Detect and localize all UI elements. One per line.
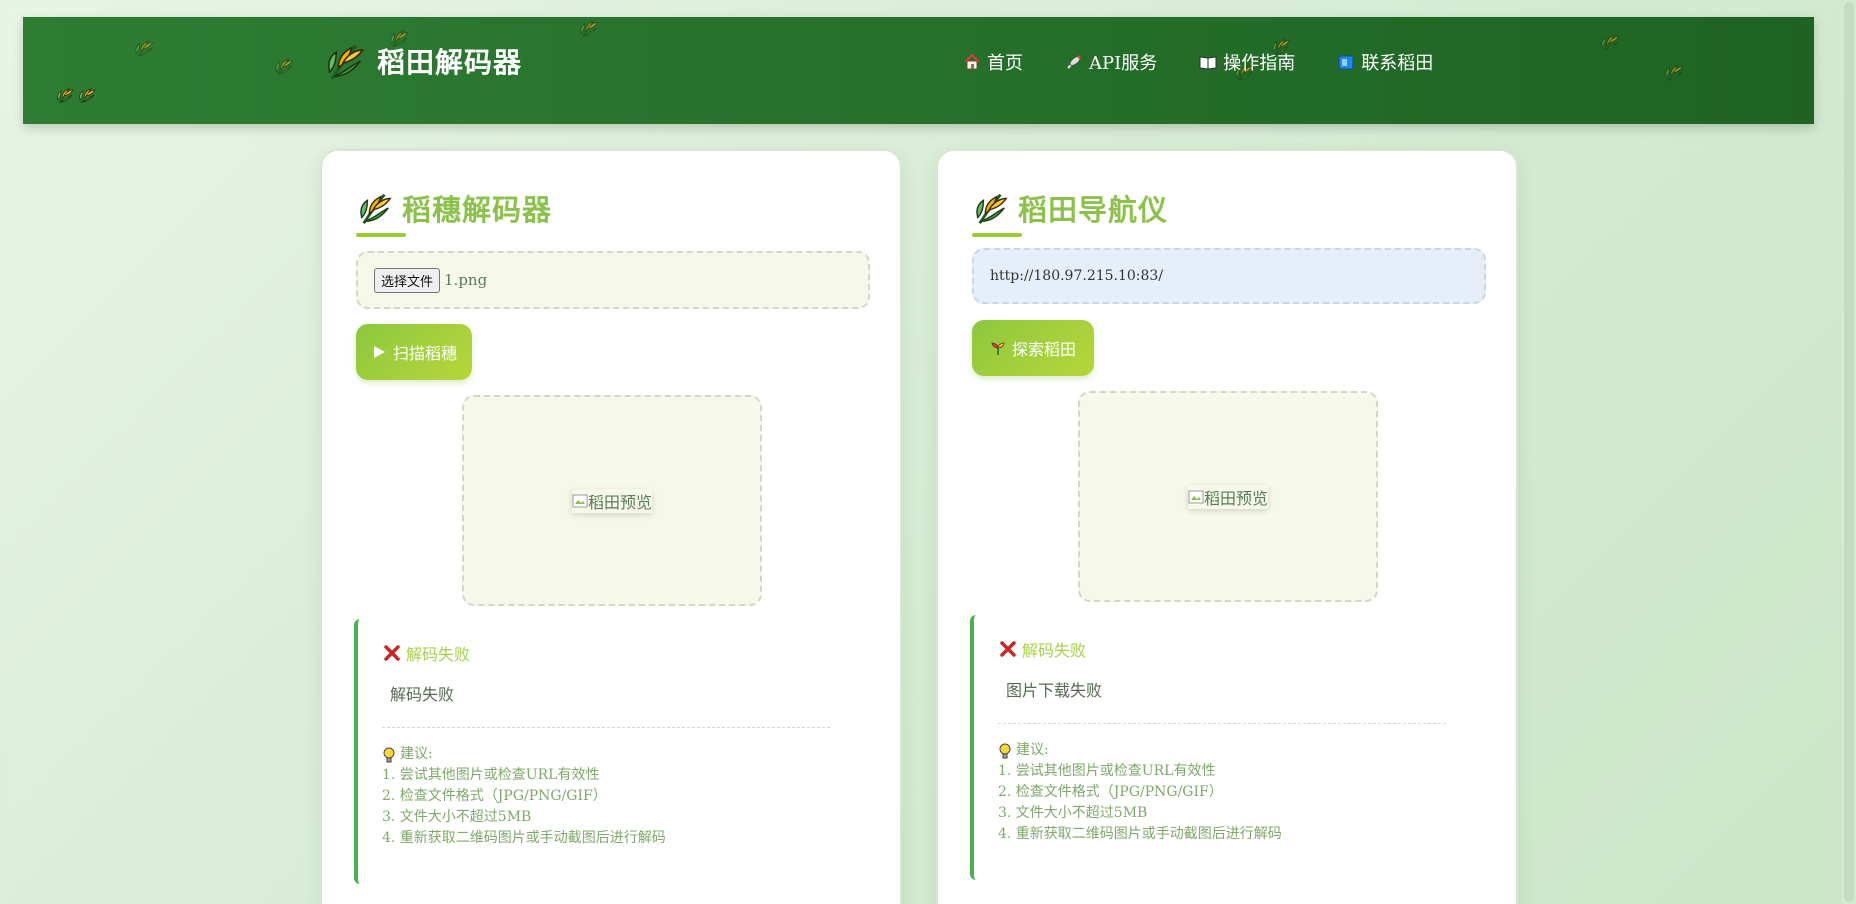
nav-api[interactable]: API服务 bbox=[1065, 49, 1157, 75]
navigator-card-title: 稻田导航仪 bbox=[1018, 193, 1169, 227]
satellite-icon bbox=[1067, 55, 1081, 69]
result-panel: 解码失败 图片下载失败 建议: 1. 尝试其他图片或检查URL有效性 2. 检查… bbox=[970, 615, 1470, 880]
suggestion-item: 1. 尝试其他图片或检查URL有效性 bbox=[382, 767, 600, 783]
result-header: 解码失败 bbox=[382, 641, 830, 665]
choose-file-button[interactable]: 选择文件 bbox=[374, 267, 441, 293]
suggestion-item: 3. 文件大小不超过5MB bbox=[382, 809, 532, 825]
scan-button[interactable]: 扫描稻穗 bbox=[356, 324, 472, 380]
nav-contact-label: 联系稻田 bbox=[1361, 53, 1434, 74]
page-scrollbar[interactable] bbox=[1842, 0, 1856, 904]
decoder-card: 稻穗解码器 选择文件 1.png 扫描稻穗 稻田预览 解码失败 解码失败 建议:… bbox=[320, 149, 902, 904]
result-title: 解码失败 bbox=[1022, 641, 1087, 660]
nav-contact[interactable]: 联系稻田 bbox=[1337, 49, 1433, 75]
nav-guide[interactable]: 操作指南 bbox=[1199, 49, 1295, 75]
app-title: 稻田解码器 bbox=[377, 46, 523, 79]
image-preview: 稻田预览 bbox=[1078, 391, 1378, 602]
lightbulb-icon bbox=[383, 747, 395, 762]
result-title: 解码失败 bbox=[406, 645, 471, 664]
sprout-icon bbox=[991, 342, 1005, 355]
suggestions-header: 建议: bbox=[998, 740, 1446, 761]
suggestion-item: 4. 重新获取二维码图片或手动截图后进行解码 bbox=[382, 830, 666, 846]
navigator-card: 稻田导航仪 http://180.97.215.10:83/ 探索稻田 稻田预览… bbox=[936, 149, 1518, 904]
divider bbox=[998, 723, 1446, 724]
result-panel: 解码失败 解码失败 建议: 1. 尝试其他图片或检查URL有效性 2. 检查文件… bbox=[354, 619, 854, 884]
title-underline bbox=[972, 233, 1022, 237]
suggestions-header: 建议: bbox=[382, 744, 830, 765]
rice-icon bbox=[972, 189, 1010, 227]
broken-image-placeholder: 稻田预览 bbox=[1188, 485, 1268, 509]
file-upload-field[interactable]: 选择文件 1.png bbox=[356, 251, 870, 309]
selected-file-name: 1.png bbox=[444, 271, 488, 289]
suggestion-item: 1. 尝试其他图片或检查URL有效性 bbox=[998, 763, 1216, 779]
nav-api-label: API服务 bbox=[1089, 53, 1158, 74]
rice-decoration-icon bbox=[77, 85, 97, 105]
suggestions-title: 建议: bbox=[400, 746, 433, 762]
image-preview: 稻田预览 bbox=[462, 395, 762, 606]
title-underline bbox=[356, 233, 406, 237]
nav-guide-label: 操作指南 bbox=[1223, 53, 1296, 74]
suggestion-item: 4. 重新获取二维码图片或手动截图后进行解码 bbox=[998, 826, 1282, 842]
suggestions-title: 建议: bbox=[1016, 742, 1049, 758]
suggestion-item: 3. 文件大小不超过5MB bbox=[998, 805, 1148, 821]
rice-decoration-icon bbox=[1663, 61, 1685, 83]
decoder-card-header: 稻穗解码器 bbox=[356, 187, 552, 229]
suggestion-item: 2. 检查文件格式（JPG/PNG/GIF） bbox=[382, 788, 607, 804]
rice-decoration-icon bbox=[55, 85, 75, 105]
suggestion-item: 2. 检查文件格式（JPG/PNG/GIF） bbox=[998, 784, 1223, 800]
nav-home[interactable]: 首页 bbox=[963, 49, 1023, 75]
nav-home-label: 首页 bbox=[987, 53, 1023, 74]
result-message: 图片下载失败 bbox=[1006, 681, 1103, 700]
cross-mark-icon bbox=[384, 645, 400, 661]
rice-logo-icon bbox=[323, 39, 367, 83]
result-header: 解码失败 bbox=[998, 637, 1446, 661]
scrollbar-thumb[interactable] bbox=[1844, 2, 1854, 902]
play-icon bbox=[373, 346, 385, 358]
cross-mark-icon bbox=[1000, 641, 1016, 657]
rice-decoration-icon bbox=[133, 37, 155, 59]
rice-icon bbox=[356, 189, 394, 227]
navigator-card-header: 稻田导航仪 bbox=[972, 187, 1168, 229]
lightbulb-icon bbox=[999, 743, 1011, 758]
broken-image-icon bbox=[572, 494, 588, 507]
book-icon bbox=[1199, 56, 1217, 70]
broken-image-icon bbox=[1188, 490, 1204, 503]
rice-decoration-icon bbox=[1599, 31, 1621, 53]
scan-button-label: 扫描稻穗 bbox=[392, 344, 457, 363]
divider bbox=[382, 727, 830, 728]
url-input[interactable]: http://180.97.215.10:83/ bbox=[972, 248, 1486, 304]
top-navbar: 稻田解码器 首页 API服务 操作指南 联系稻田 bbox=[23, 17, 1814, 124]
broken-image-placeholder: 稻田预览 bbox=[572, 489, 652, 513]
rice-decoration-icon bbox=[578, 17, 600, 39]
preview-alt-text: 稻田预览 bbox=[1203, 488, 1268, 508]
main-nav: 首页 API服务 操作指南 联系稻田 bbox=[963, 49, 1433, 75]
rice-decoration-icon bbox=[273, 55, 295, 77]
decoder-card-title: 稻穗解码器 bbox=[402, 193, 553, 227]
house-icon bbox=[964, 53, 980, 70]
result-message: 解码失败 bbox=[390, 685, 455, 704]
suggestions: 建议: 1. 尝试其他图片或检查URL有效性 2. 检查文件格式（JPG/PNG… bbox=[382, 744, 830, 849]
brand[interactable]: 稻田解码器 bbox=[323, 39, 522, 83]
suggestions: 建议: 1. 尝试其他图片或检查URL有效性 2. 检查文件格式（JPG/PNG… bbox=[998, 740, 1446, 845]
explore-button[interactable]: 探索稻田 bbox=[972, 320, 1094, 376]
explore-button-label: 探索稻田 bbox=[1011, 340, 1076, 359]
mailbox-icon bbox=[1338, 55, 1354, 70]
preview-alt-text: 稻田预览 bbox=[587, 492, 652, 512]
